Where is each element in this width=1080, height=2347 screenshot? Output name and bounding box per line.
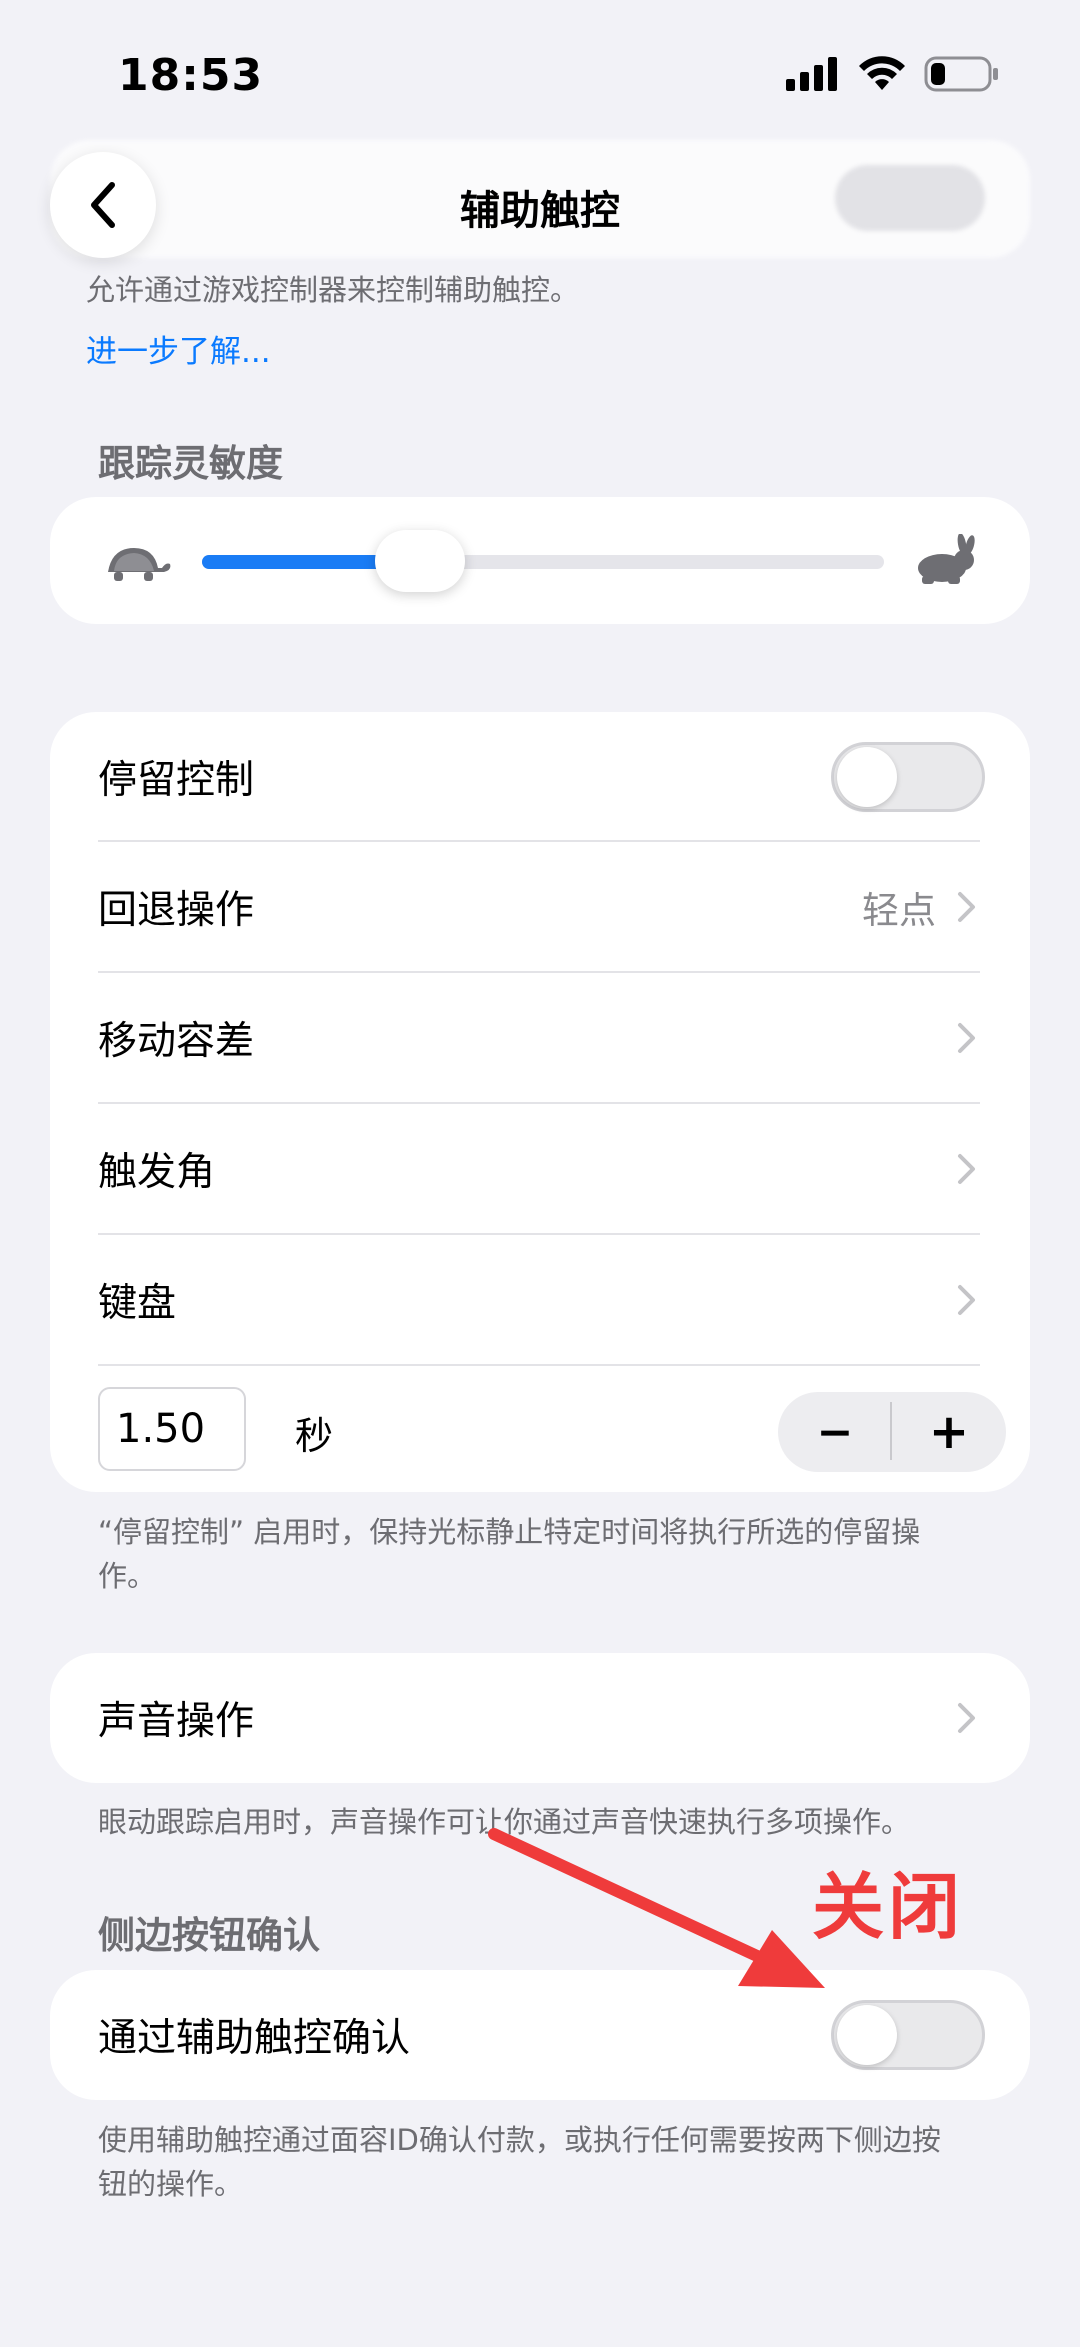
cellular-signal-icon <box>786 57 837 91</box>
fallback-action-row[interactable]: 回退操作 轻点 <box>50 842 1030 972</box>
chevron-right-icon <box>958 892 975 922</box>
dwell-control-label: 停留控制 <box>98 758 255 803</box>
divider <box>98 1364 980 1366</box>
fallback-action-label: 回退操作 <box>98 888 255 933</box>
side-button-header: 侧边按钮确认 <box>98 1914 320 1957</box>
status-icons <box>786 56 1000 92</box>
dwell-control-row: 停留控制 <box>50 712 1030 842</box>
side-button-footnote: 使用辅助触控通过面容ID确认付款，或执行任何需要按两下侧边按钮的操作。 <box>98 2123 941 2201</box>
toggle-thumb <box>837 2005 897 2065</box>
status-time: 18:53 <box>118 50 264 101</box>
voice-actions-row[interactable]: 声音操作 <box>50 1653 1030 1783</box>
chevron-right-icon <box>958 1154 975 1184</box>
chevron-right-icon <box>958 1285 975 1315</box>
fallback-action-value: 轻点 <box>862 889 936 932</box>
dwell-duration-field[interactable]: 1.50 <box>98 1387 246 1471</box>
voice-actions-label: 声音操作 <box>98 1699 255 1744</box>
rabbit-icon <box>918 534 975 584</box>
toggle-thumb <box>837 747 897 807</box>
confirm-with-assistivetouch-label: 通过辅助触控确认 <box>98 2016 411 2061</box>
wifi-icon <box>859 56 905 90</box>
hot-corners-label: 触发角 <box>98 1150 216 1195</box>
keyboard-label: 键盘 <box>98 1281 177 1326</box>
turtle-icon <box>108 548 171 581</box>
learn-more-link[interactable]: 进一步了解... <box>86 326 271 371</box>
sensitivity-slider-thumb[interactable] <box>375 530 466 592</box>
annotation-label: 关闭 <box>812 1865 965 1949</box>
movement-tolerance-label: 移动容差 <box>98 1019 255 1064</box>
page-title: 辅助触控 <box>460 188 620 234</box>
decrement-button[interactable]: − <box>778 1392 892 1472</box>
dwell-control-toggle[interactable] <box>831 742 985 812</box>
plus-icon: + <box>928 1404 970 1460</box>
hot-corners-row[interactable]: 触发角 <box>50 1104 1030 1234</box>
movement-tolerance-row[interactable]: 移动容差 <box>50 973 1030 1103</box>
tracking-sensitivity-header: 跟踪灵敏度 <box>98 442 283 485</box>
chevron-right-icon <box>958 1023 975 1053</box>
game-controller-footnote: 允许通过游戏控制器来控制辅助触控。 <box>86 273 580 307</box>
dwell-duration-unit: 秒 <box>295 1414 334 1458</box>
confirm-with-assistivetouch-toggle[interactable] <box>831 2000 985 2070</box>
battery-icon <box>924 56 998 92</box>
keyboard-row[interactable]: 键盘 <box>50 1235 1030 1365</box>
annotation-arrow-icon <box>488 1828 825 1988</box>
dwell-control-footnote: “停留控制” 启用时，保持光标静止特定时间将执行所选的停留操作。 <box>98 1515 921 1593</box>
chevron-right-icon <box>958 1703 975 1733</box>
minus-icon: − <box>816 1406 854 1458</box>
increment-button[interactable]: + <box>892 1392 1006 1472</box>
